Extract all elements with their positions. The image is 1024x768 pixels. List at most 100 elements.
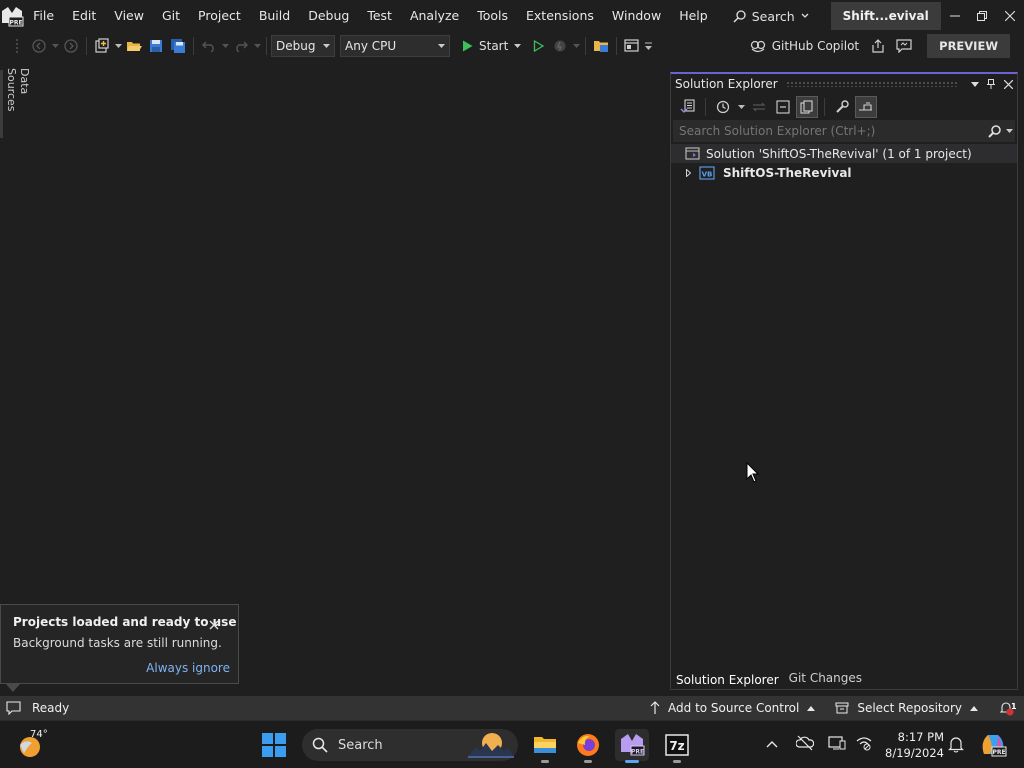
start-debugging-button[interactable]: Start <box>456 35 527 57</box>
seven-zip-app[interactable]: 7z <box>660 729 694 763</box>
dropdown-arrow-icon[interactable] <box>113 35 123 57</box>
github-copilot-button[interactable]: GitHub Copilot <box>750 39 859 53</box>
network-tray-icon[interactable] <box>855 735 873 751</box>
save-icon[interactable] <box>145 35 167 57</box>
add-to-source-control-button[interactable]: Add to Source Control <box>640 696 825 720</box>
open-folder-icon[interactable] <box>123 35 145 57</box>
navigate-back-icon[interactable] <box>28 35 50 57</box>
solution-search-input[interactable] <box>679 124 985 138</box>
toolbar-overflow-icon[interactable] <box>643 35 653 57</box>
solution-name-badge[interactable]: Shift...evival <box>830 2 941 30</box>
tab-solution-explorer[interactable]: Solution Explorer <box>671 667 784 689</box>
solution-platform-combo[interactable]: Any CPU <box>340 35 450 57</box>
preview-badge-button[interactable]: PREVIEW <box>927 34 1010 58</box>
sync-active-document-icon[interactable] <box>748 96 770 118</box>
notification-center-button[interactable] <box>948 735 964 753</box>
start-without-debugging-button[interactable] <box>527 35 549 57</box>
taskbar-search-box[interactable]: Search <box>302 729 518 761</box>
menu-window[interactable]: Window <box>603 0 670 32</box>
dropdown-arrow-icon[interactable] <box>736 96 746 118</box>
panel-title: Solution Explorer <box>675 77 778 91</box>
firefox-app[interactable] <box>571 729 605 763</box>
layout-icon[interactable] <box>621 35 643 57</box>
taskbar-clock[interactable]: 8:17 PM 8/19/2024 <box>880 729 944 761</box>
windows-start-button[interactable] <box>262 733 286 757</box>
seven-zip-icon: 7z <box>665 734 689 756</box>
menu-file[interactable]: File <box>24 0 63 32</box>
window-position-button[interactable] <box>967 81 983 87</box>
navigate-forward-icon[interactable] <box>60 35 82 57</box>
taskbar-search-label: Search <box>338 737 383 753</box>
editor-area[interactable] <box>24 64 666 694</box>
auto-hide-button[interactable] <box>983 79 999 89</box>
close-panel-button[interactable] <box>999 79 1017 89</box>
solution-label: Solution 'ShiftOS-TheRevival' (1 of 1 pr… <box>706 146 972 161</box>
copilot-label: GitHub Copilot <box>771 39 860 53</box>
onedrive-tray-icon[interactable] <box>796 735 814 751</box>
menu-analyze[interactable]: Analyze <box>401 0 468 32</box>
minimize-button[interactable] <box>941 0 969 32</box>
feature-search-button[interactable]: Search <box>723 0 819 32</box>
collapse-all-icon[interactable] <box>772 96 794 118</box>
hot-reload-icon[interactable] <box>549 35 571 57</box>
dropdown-arrow-icon[interactable] <box>50 35 60 57</box>
visual-studio-preview-icon: PRE <box>621 734 645 756</box>
pending-changes-filter-icon[interactable] <box>712 96 734 118</box>
feedback-icon[interactable] <box>893 35 915 57</box>
undo-icon[interactable] <box>198 35 220 57</box>
menu-build[interactable]: Build <box>250 0 299 32</box>
solution-node[interactable]: Solution 'ShiftOS-TheRevival' (1 of 1 pr… <box>671 144 1017 163</box>
menu-test[interactable]: Test <box>358 0 401 32</box>
solution-explorer-search[interactable] <box>673 120 1015 142</box>
share-icon[interactable] <box>867 35 889 57</box>
chevron-down-icon <box>514 44 522 48</box>
menu-edit[interactable]: Edit <box>63 0 105 32</box>
menu-extensions[interactable]: Extensions <box>517 0 603 32</box>
pointer-cursor-icon <box>746 462 760 483</box>
close-window-button[interactable] <box>996 0 1024 32</box>
copilot-taskbar-app[interactable]: PRE <box>978 730 1008 760</box>
tab-git-changes[interactable]: Git Changes <box>784 667 867 689</box>
menu-git[interactable]: Git <box>153 0 189 32</box>
dropdown-arrow-icon[interactable] <box>252 35 262 57</box>
menu-tools[interactable]: Tools <box>468 0 517 32</box>
data-sources-tab[interactable]: Data Sources <box>0 68 31 140</box>
search-icon[interactable] <box>985 124 1003 138</box>
title-bar: PRE File Edit View Git Project Build Deb… <box>0 0 1024 32</box>
menu-view[interactable]: View <box>105 0 153 32</box>
play-outline-icon <box>533 40 544 52</box>
panel-grip[interactable] <box>785 81 959 87</box>
dropdown-arrow-icon[interactable] <box>571 35 581 57</box>
show-all-files-icon[interactable] <box>796 96 818 118</box>
preview-selected-items-icon[interactable] <box>855 96 877 118</box>
project-node[interactable]: VB ShiftOS-TheRevival <box>671 163 1017 182</box>
restore-button[interactable] <box>968 0 996 32</box>
toolbar-grip[interactable] <box>6 35 28 57</box>
solution-configuration-combo[interactable]: Debug <box>271 35 335 57</box>
properties-wrench-icon[interactable] <box>831 96 853 118</box>
toast-close-button[interactable] <box>209 620 223 634</box>
display-tray-icon[interactable] <box>828 735 846 751</box>
always-ignore-link[interactable]: Always ignore <box>146 661 230 675</box>
search-options-dropdown[interactable] <box>1003 129 1015 133</box>
show-hidden-icons-button[interactable] <box>766 735 778 748</box>
menu-help[interactable]: Help <box>670 0 717 32</box>
expand-arrow-icon[interactable] <box>679 168 697 177</box>
chevron-up-icon <box>766 741 778 748</box>
status-ready[interactable]: Ready <box>0 701 69 715</box>
select-repository-button[interactable]: Select Repository <box>825 696 988 720</box>
visual-studio-logo[interactable]: PRE <box>0 0 24 32</box>
firefox-icon <box>577 734 599 756</box>
redo-icon[interactable] <box>230 35 252 57</box>
toolbar-separator <box>585 37 587 55</box>
dropdown-arrow-icon[interactable] <box>220 35 230 57</box>
notifications-button[interactable]: 1 <box>988 696 1024 720</box>
file-explorer-app[interactable] <box>528 729 562 763</box>
folder-view-icon[interactable] <box>590 35 612 57</box>
menu-debug[interactable]: Debug <box>299 0 358 32</box>
menu-project[interactable]: Project <box>189 0 250 32</box>
visual-studio-app[interactable]: PRE <box>615 729 649 763</box>
new-project-icon[interactable] <box>91 35 113 57</box>
switch-views-icon[interactable] <box>677 96 699 118</box>
save-all-icon[interactable] <box>167 35 189 57</box>
